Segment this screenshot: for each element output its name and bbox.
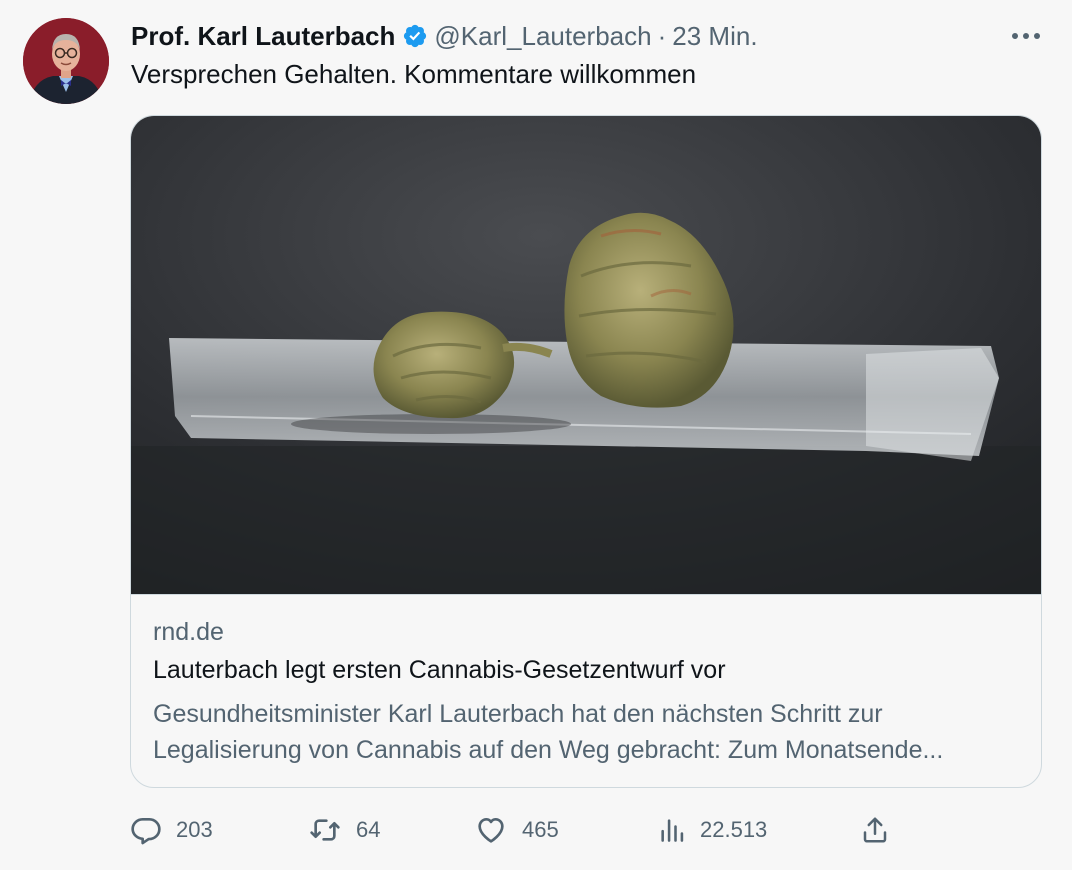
author-name[interactable]: Prof. Karl Lauterbach: [131, 21, 395, 52]
views-button[interactable]: 22.513: [658, 812, 767, 848]
views-icon: [658, 815, 686, 845]
share-icon: [860, 815, 890, 845]
link-card[interactable]: rnd.de Lauterbach legt ersten Cannabis-G…: [130, 115, 1042, 788]
retweet-button[interactable]: 64: [308, 812, 380, 848]
more-icon[interactable]: [1008, 26, 1044, 46]
like-count: 465: [522, 817, 559, 842]
reply-button[interactable]: 203: [130, 812, 213, 848]
author-handle[interactable]: @Karl_Lauterbach: [434, 21, 651, 52]
like-button[interactable]: 465: [474, 812, 559, 848]
timestamp[interactable]: 23 Min.: [672, 21, 757, 52]
retweet-icon: [308, 814, 342, 846]
tweet-text: Versprechen Gehalten. Kommentare willkom…: [131, 59, 697, 89]
tweet-actions: 203 64 465 22.513: [130, 812, 910, 848]
heart-icon: [474, 814, 508, 846]
card-description: Gesundheitsminister Karl Lauterbach hat …: [153, 696, 1025, 768]
views-count: 22.513: [700, 817, 768, 842]
verified-badge-icon: [402, 23, 428, 49]
card-body: rnd.de Lauterbach legt ersten Cannabis-G…: [131, 594, 1041, 764]
share-button[interactable]: [860, 812, 904, 848]
card-description-line: Gesundheitsminister Karl Lauterbach hat …: [153, 700, 883, 728]
card-headline: Lauterbach legt ersten Cannabis-Gesetzen…: [153, 656, 726, 684]
tweet-header: Prof. Karl Lauterbach @Karl_Lauterbach ·…: [131, 20, 758, 52]
separator-dot: ·: [657, 20, 667, 51]
retweet-count: 64: [356, 817, 381, 842]
card-image: [131, 116, 1041, 594]
reply-icon: [130, 814, 162, 846]
card-domain: rnd.de: [153, 618, 224, 646]
avatar[interactable]: [23, 18, 109, 104]
card-description-line: Legalisierung von Cannabis auf den Weg g…: [153, 736, 944, 764]
reply-count: 203: [176, 817, 213, 842]
